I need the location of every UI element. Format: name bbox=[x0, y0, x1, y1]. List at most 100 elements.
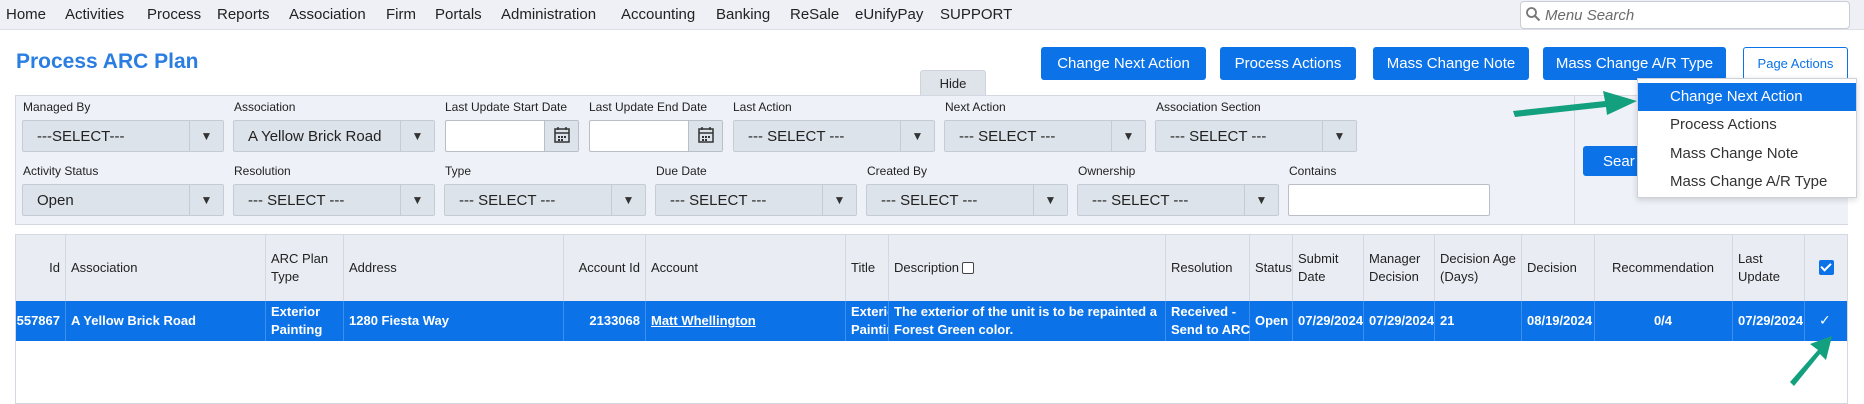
type-label: Type bbox=[445, 164, 472, 178]
activity-status-value: Open bbox=[37, 192, 74, 209]
nav-accounting[interactable]: Accounting bbox=[621, 6, 695, 23]
activity-status-select[interactable]: Open ▼ bbox=[22, 184, 224, 216]
dropdown-mass-change-note[interactable]: Mass Change Note bbox=[1638, 140, 1856, 168]
process-actions-button[interactable]: Process Actions bbox=[1220, 47, 1356, 80]
hide-filters-tab[interactable]: Hide bbox=[920, 70, 986, 96]
last-update-start-date-input[interactable] bbox=[448, 123, 540, 149]
col-decision-age[interactable]: Decision Age (Days) bbox=[1435, 235, 1522, 301]
last-action-select[interactable]: --- SELECT --- ▼ bbox=[733, 120, 935, 152]
nav-process[interactable]: Process bbox=[147, 6, 201, 23]
col-description[interactable]: Description bbox=[889, 235, 1166, 301]
created-by-label: Created By bbox=[867, 164, 928, 178]
menu-search[interactable] bbox=[1520, 1, 1850, 29]
change-next-action-button[interactable]: Change Next Action bbox=[1041, 47, 1206, 80]
annotation-arrow-icon bbox=[1513, 91, 1637, 117]
nav-portals[interactable]: Portals bbox=[435, 6, 482, 23]
cell-resolution: Received - Send to ARC bbox=[1166, 301, 1250, 341]
contains-field[interactable] bbox=[1288, 184, 1490, 216]
page-actions-button[interactable]: Page Actions bbox=[1743, 47, 1848, 80]
col-decision[interactable]: Decision bbox=[1522, 235, 1595, 301]
account-link[interactable]: Matt Whellington bbox=[651, 312, 756, 330]
col-association[interactable]: Association bbox=[66, 235, 266, 301]
menu-search-input[interactable] bbox=[1543, 4, 1843, 26]
caret-down-icon: ▼ bbox=[822, 185, 856, 215]
caret-down-icon: ▼ bbox=[1244, 185, 1278, 215]
association-label: Association bbox=[234, 100, 296, 114]
association-section-select[interactable]: --- SELECT --- ▼ bbox=[1155, 120, 1357, 152]
ownership-select[interactable]: --- SELECT --- ▼ bbox=[1077, 184, 1279, 216]
resolution-value: --- SELECT --- bbox=[248, 192, 345, 209]
table-header: Id Association ARC Plan Type Address Acco… bbox=[16, 235, 1847, 301]
activity-status-label: Activity Status bbox=[23, 164, 99, 178]
col-address[interactable]: Address bbox=[344, 235, 564, 301]
last-update-end-date-input[interactable] bbox=[592, 123, 684, 149]
type-select[interactable]: --- SELECT --- ▼ bbox=[444, 184, 646, 216]
caret-down-icon: ▼ bbox=[189, 185, 223, 215]
col-last-update[interactable]: Last Update bbox=[1733, 235, 1805, 301]
mass-change-ar-type-button[interactable]: Mass Change A/R Type bbox=[1543, 47, 1726, 80]
contains-label: Contains bbox=[1289, 164, 1337, 178]
dropdown-process-actions[interactable]: Process Actions bbox=[1638, 111, 1856, 139]
cell-decision: 08/19/2024 bbox=[1522, 301, 1595, 341]
last-update-start-date-field[interactable] bbox=[445, 120, 579, 152]
due-date-value: --- SELECT --- bbox=[670, 192, 767, 209]
mass-change-note-button[interactable]: Mass Change Note bbox=[1373, 47, 1529, 80]
resolution-select[interactable]: --- SELECT --- ▼ bbox=[233, 184, 435, 216]
caret-down-icon: ▼ bbox=[900, 121, 934, 151]
next-action-select[interactable]: --- SELECT --- ▼ bbox=[944, 120, 1146, 152]
table-row[interactable]: 557867 A Yellow Brick Road Exterior Paint… bbox=[16, 301, 1847, 341]
managed-by-value: ---SELECT--- bbox=[37, 128, 125, 145]
dropdown-change-next-action[interactable]: Change Next Action bbox=[1638, 83, 1856, 111]
col-resolution[interactable]: Resolution bbox=[1166, 235, 1250, 301]
search-button[interactable]: Sear bbox=[1583, 146, 1643, 176]
nav-eunifypay[interactable]: eUnifyPay bbox=[855, 6, 923, 23]
col-title[interactable]: Title bbox=[846, 235, 889, 301]
description-toggle-checkbox[interactable] bbox=[962, 262, 975, 274]
caret-down-icon: ▼ bbox=[400, 185, 434, 215]
caret-down-icon: ▼ bbox=[1322, 121, 1356, 151]
page-actions-dropdown: Change Next Action Process Actions Mass … bbox=[1637, 78, 1857, 198]
calendar-icon[interactable] bbox=[688, 121, 722, 151]
dropdown-mass-change-ar-type[interactable]: Mass Change A/R Type bbox=[1638, 168, 1856, 196]
last-action-value: --- SELECT --- bbox=[748, 128, 845, 145]
col-select-all bbox=[1805, 235, 1847, 301]
col-status[interactable]: Status bbox=[1250, 235, 1293, 301]
managed-by-select[interactable]: ---SELECT--- ▼ bbox=[22, 120, 224, 152]
col-manager-decision[interactable]: Manager Decision bbox=[1364, 235, 1435, 301]
cell-id: 557867 bbox=[16, 301, 66, 341]
cell-decision-age: 21 bbox=[1435, 301, 1522, 341]
last-update-end-label: Last Update End Date bbox=[589, 100, 708, 114]
caret-down-icon: ▼ bbox=[1111, 121, 1145, 151]
nav-association[interactable]: Association bbox=[289, 6, 366, 23]
nav-home[interactable]: Home bbox=[6, 6, 46, 23]
created-by-select[interactable]: --- SELECT --- ▼ bbox=[866, 184, 1068, 216]
cell-account-id: 2133068 bbox=[564, 301, 646, 341]
col-id[interactable]: Id bbox=[16, 235, 66, 301]
col-account[interactable]: Account bbox=[646, 235, 846, 301]
row-checkbox-checked-icon[interactable]: ✓ bbox=[1819, 312, 1831, 329]
nav-activities[interactable]: Activities bbox=[65, 6, 124, 23]
last-update-end-date-field[interactable] bbox=[589, 120, 723, 152]
due-date-label: Due Date bbox=[656, 164, 707, 178]
nav-support[interactable]: SUPPORT bbox=[940, 6, 1012, 23]
col-arc-plan-type[interactable]: ARC Plan Type bbox=[266, 235, 344, 301]
next-action-label: Next Action bbox=[945, 100, 1006, 114]
nav-firm[interactable]: Firm bbox=[386, 6, 416, 23]
col-submit-date[interactable]: Submit Date bbox=[1293, 235, 1364, 301]
calendar-icon[interactable] bbox=[544, 121, 578, 151]
nav-resale[interactable]: ReSale bbox=[790, 6, 839, 23]
col-account-id[interactable]: Account Id bbox=[564, 235, 646, 301]
association-value: A Yellow Brick Road bbox=[248, 128, 382, 145]
ownership-value: --- SELECT --- bbox=[1092, 192, 1189, 209]
association-select[interactable]: A Yellow Brick Road ▼ bbox=[233, 120, 435, 152]
ownership-label: Ownership bbox=[1078, 164, 1136, 178]
cell-account: Matt Whellington bbox=[646, 301, 846, 341]
due-date-select[interactable]: --- SELECT --- ▼ bbox=[655, 184, 857, 216]
nav-reports[interactable]: Reports bbox=[217, 6, 270, 23]
nav-banking[interactable]: Banking bbox=[716, 6, 770, 23]
annotation-arrow-icon bbox=[1790, 336, 1832, 386]
nav-administration[interactable]: Administration bbox=[501, 6, 596, 23]
select-all-checkbox[interactable] bbox=[1819, 260, 1834, 275]
type-value: --- SELECT --- bbox=[459, 192, 556, 209]
col-recommendation[interactable]: Recommendation bbox=[1595, 235, 1733, 301]
